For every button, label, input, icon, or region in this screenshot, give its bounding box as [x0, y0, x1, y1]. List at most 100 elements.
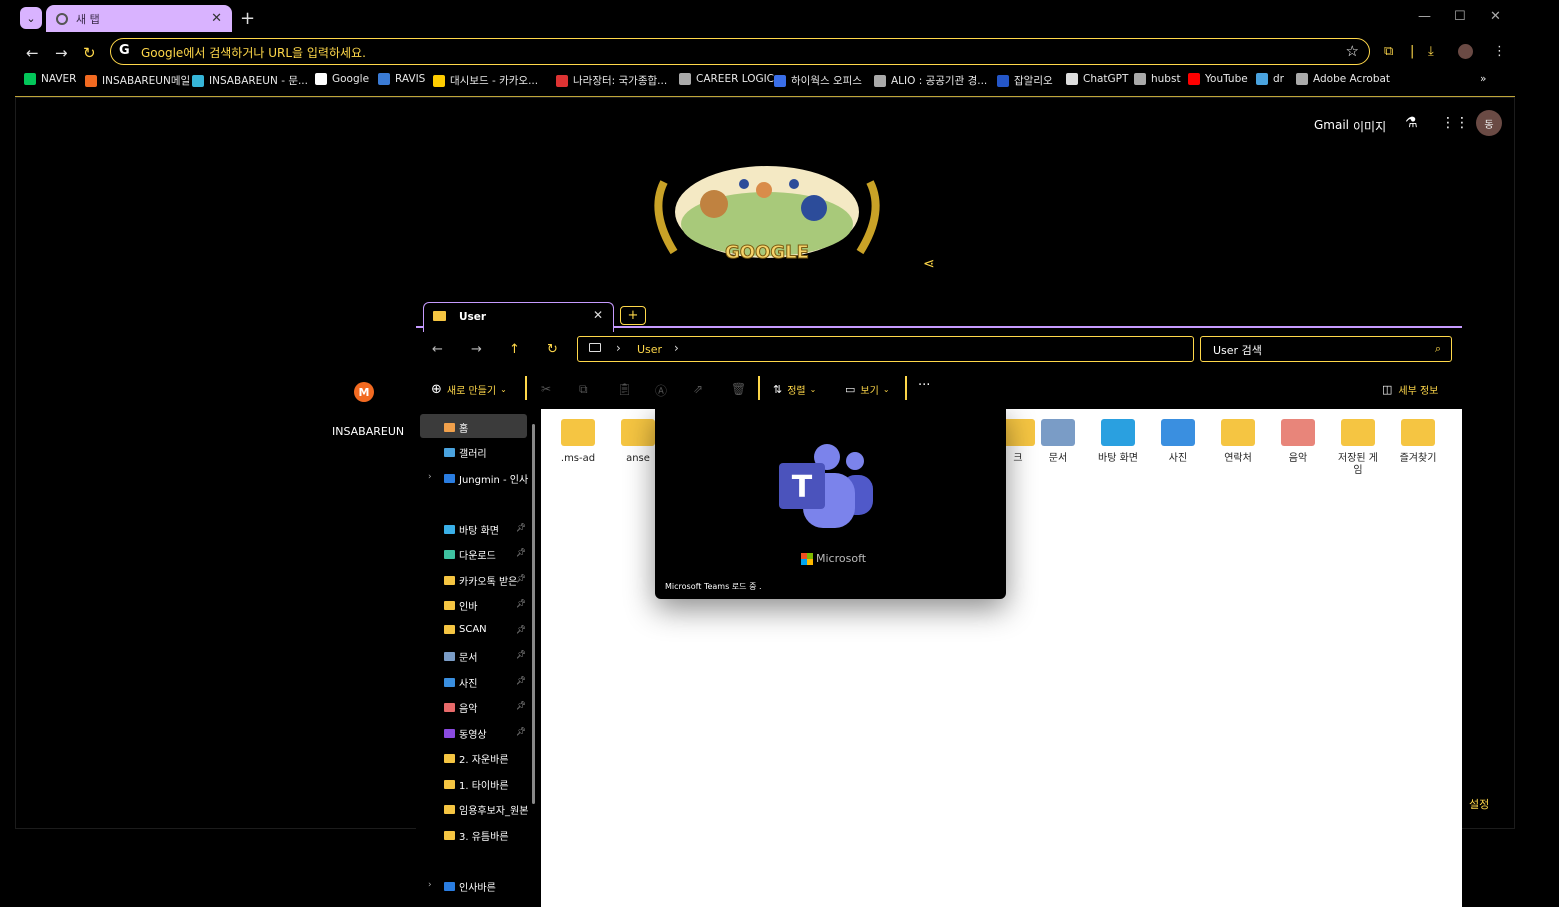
sidebar-item[interactable]: 3. 유틈바른 [444, 828, 528, 843]
shortcut-label[interactable]: INSABAREUN [332, 425, 404, 438]
pin-icon[interactable]: 📌︎ [516, 650, 526, 659]
bookmark-item[interactable]: NAVER [24, 73, 76, 85]
minimize-button[interactable]: — [1418, 9, 1431, 24]
bookmark-item[interactable]: YouTube [1188, 73, 1248, 85]
bookmark-item[interactable]: dr [1256, 73, 1284, 85]
share-icon[interactable]: ⇗ [693, 382, 703, 396]
folder-item[interactable]: 문서 [1035, 419, 1081, 465]
close-window-button[interactable]: ✕ [1490, 9, 1501, 24]
more-options-button[interactable]: ··· [918, 378, 930, 393]
address-bar[interactable]: G Google에서 검색하거나 URL을 입력하세요. ☆ [110, 38, 1370, 65]
expand-chevron-icon[interactable]: › [428, 880, 432, 890]
pin-icon[interactable]: 📌︎ [516, 676, 526, 685]
bookmark-item[interactable]: 나라장터: 국가종합... [556, 73, 667, 88]
bookmark-label: CAREER LOGIC [696, 73, 775, 85]
shortcut-insabareun-icon[interactable]: M [354, 382, 374, 402]
account-avatar[interactable]: 동 [1476, 110, 1502, 136]
folder-item[interactable]: 바탕 화면 [1095, 419, 1141, 465]
explorer-new-tab-button[interactable]: + [620, 306, 646, 325]
folder-item[interactable]: 연락처 [1215, 419, 1261, 465]
folder-icon [444, 729, 455, 738]
new-tab-button[interactable]: + [240, 8, 255, 29]
sidebar-item[interactable]: 갤러리 [444, 445, 528, 460]
pin-icon[interactable]: 📌︎ [516, 523, 526, 532]
sidebar-item[interactable]: 2. 자운바른 [444, 751, 528, 766]
bookmark-item[interactable]: CAREER LOGIC [679, 73, 774, 85]
folder-icon [444, 550, 455, 559]
bookmark-item[interactable]: ALIO : 공공기관 경... [874, 73, 987, 88]
pin-icon[interactable]: 📌︎ [516, 548, 526, 557]
reload-button[interactable]: ↻ [83, 44, 96, 62]
bookmark-item[interactable]: Adobe Acrobat [1296, 73, 1390, 85]
back-button[interactable]: ← [26, 44, 39, 62]
apps-grid-icon[interactable]: ⋮⋮ [1441, 115, 1469, 131]
bookmark-item[interactable]: Google [315, 73, 369, 85]
bookmark-item[interactable]: RAVIS [378, 73, 425, 85]
paste-icon[interactable]: 📋︎ [617, 382, 632, 396]
customize-settings-link[interactable]: 설정 [1469, 796, 1489, 812]
folder-item[interactable]: 즐겨찾기 [1395, 419, 1441, 465]
folder-icon [561, 419, 595, 446]
breadcrumb-user[interactable]: User [637, 343, 662, 356]
explorer-address-bar[interactable]: › User › [577, 336, 1194, 362]
labs-flask-icon[interactable]: ⚗ [1405, 115, 1418, 131]
bookmark-item[interactable]: 잡알리오 [997, 73, 1053, 88]
cut-icon[interactable]: ✂ [541, 382, 551, 396]
sidebar-item[interactable]: 임용후보자_원본 [444, 802, 528, 817]
maximize-button[interactable]: ☐ [1454, 9, 1466, 24]
bookmark-item[interactable]: INSABAREUN메일 [85, 73, 190, 88]
pin-icon[interactable]: 📌︎ [516, 599, 526, 608]
sidebar-item[interactable]: 홈 [444, 420, 528, 435]
download-icon[interactable]: ⤓ [1428, 44, 1434, 59]
folder-item[interactable]: .ms-ad [555, 419, 601, 465]
share-icon[interactable]: ⋖ [923, 256, 935, 272]
sidebar-item[interactable]: Jungmin - 인사바 [444, 471, 528, 486]
pin-icon[interactable]: 📌︎ [516, 625, 526, 634]
tab-search-button[interactable]: ⌄ [20, 7, 42, 29]
google-doodle[interactable]: GOOGLE [644, 162, 890, 266]
bookmark-favicon-icon [1256, 73, 1268, 85]
close-tab-icon[interactable]: ✕ [211, 11, 222, 26]
tab-new-tab[interactable]: 새 탭 ✕ [46, 5, 232, 32]
forward-button[interactable]: → [55, 44, 68, 62]
view-button[interactable]: ▭ 보기 ⌄ [845, 382, 890, 397]
navigation-scrollbar[interactable] [532, 424, 535, 804]
pin-icon[interactable]: 📌︎ [516, 727, 526, 736]
explorer-up-button[interactable]: ↑ [509, 342, 520, 357]
bookmark-label: ALIO : 공공기관 경... [891, 75, 988, 87]
bookmark-label: 나라장터: 국가종합... [573, 75, 668, 87]
folder-item[interactable]: 사진 [1155, 419, 1201, 465]
extensions-icon[interactable]: ⧉ [1384, 44, 1393, 59]
bookmark-item[interactable]: hubst [1134, 73, 1181, 85]
copy-icon[interactable]: ⧉ [579, 382, 588, 397]
sidebar-item[interactable]: 1. 타이바른 [444, 777, 528, 792]
details-pane-button[interactable]: ◫ 세부 정보 [1382, 382, 1438, 397]
menu-kebab-icon[interactable]: ⋮ [1493, 44, 1506, 59]
new-item-button[interactable]: ⊕ 새로 만들기 ⌄ [431, 382, 507, 397]
gmail-link[interactable]: Gmail [1314, 118, 1349, 132]
bookmark-star-icon[interactable]: ☆ [1346, 42, 1359, 60]
bookmark-item[interactable]: INSABAREUN - 문... [192, 73, 308, 88]
close-tab-icon[interactable]: ✕ [593, 308, 603, 322]
bookmark-item[interactable]: ChatGPT [1066, 73, 1128, 85]
bookmark-item[interactable]: 대시보드 - 카카오... [433, 73, 538, 88]
explorer-search-input[interactable]: User 검색 ⌕ [1200, 336, 1452, 362]
pin-icon[interactable]: 📌︎ [516, 574, 526, 583]
profile-avatar[interactable] [1458, 44, 1473, 59]
sidebar-item[interactable]: 인사바른 [444, 879, 528, 894]
explorer-back-button[interactable]: ← [432, 342, 443, 357]
explorer-refresh-button[interactable]: ↻ [547, 342, 558, 357]
folder-item[interactable]: 음악 [1275, 419, 1321, 465]
bookmark-item[interactable]: 하이웍스 오피스 [774, 73, 862, 88]
delete-icon[interactable]: 🗑︎ [731, 382, 746, 396]
more-bookmarks-button[interactable]: » [1480, 73, 1486, 85]
sort-button[interactable]: ⇅ 정렬 ⌄ [773, 382, 816, 397]
bookmark-label: dr [1273, 73, 1284, 85]
expand-chevron-icon[interactable]: › [428, 472, 432, 482]
rename-icon[interactable]: Ⓐ [655, 382, 667, 399]
folder-item[interactable]: 저장된 게임 [1335, 419, 1381, 477]
pin-icon[interactable]: 📌︎ [516, 701, 526, 710]
explorer-forward-button[interactable]: → [471, 342, 482, 357]
images-link[interactable]: 이미지 [1353, 118, 1386, 135]
explorer-tab-user[interactable]: User ✕ [423, 302, 614, 332]
